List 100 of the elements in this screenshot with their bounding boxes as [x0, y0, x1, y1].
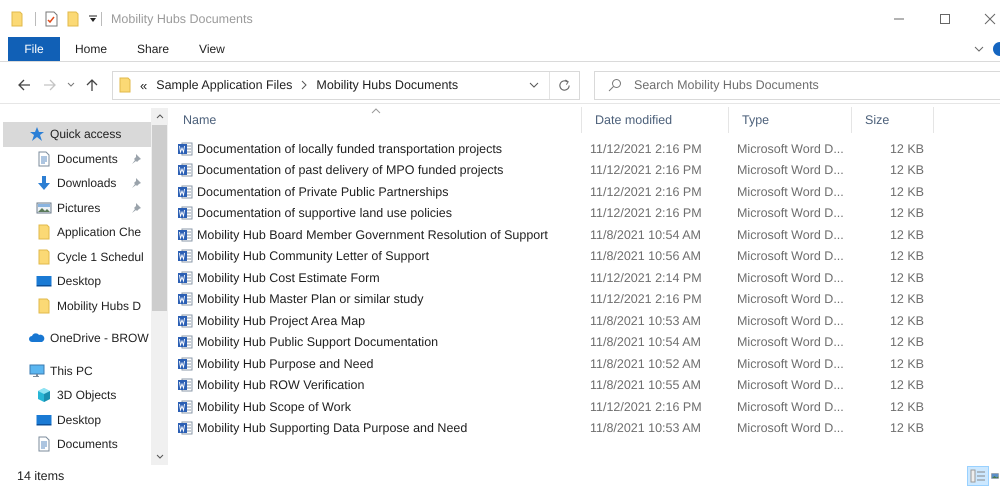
desktop-icon — [36, 273, 52, 290]
refresh-icon — [558, 78, 571, 92]
file-size: 12 KB — [890, 249, 924, 264]
overflow-marker[interactable]: « — [140, 78, 148, 92]
word-document-icon — [177, 184, 193, 200]
computer-icon — [29, 362, 45, 379]
navigation-item[interactable]: OneDrive - BROW — [3, 326, 151, 350]
navigation-item[interactable]: This PC — [3, 358, 151, 383]
word-document-icon — [177, 398, 193, 415]
search-field[interactable]: Search Mobility Hubs Documents — [594, 70, 1000, 100]
file-type: Microsoft Word D... — [737, 378, 844, 392]
expand-ribbon-icon[interactable] — [974, 46, 984, 52]
scroll-down-icon[interactable] — [156, 454, 164, 459]
file-type: Microsoft Word D... — [737, 228, 844, 242]
file-name[interactable]: Documentation of past delivery of MPO funded projects — [197, 163, 504, 178]
ribbon-tab[interactable]: Home — [60, 37, 122, 61]
download-arrow-icon — [36, 175, 52, 192]
properties-icon[interactable] — [45, 10, 59, 26]
details-view-button[interactable] — [967, 466, 989, 486]
navigation-item[interactable]: Mobility Hubs D — [3, 294, 151, 318]
column-header[interactable]: Type — [729, 107, 852, 133]
folder-icon — [36, 224, 52, 240]
close-icon — [984, 12, 996, 24]
file-name[interactable]: Mobility Hub ROW Verification — [197, 378, 364, 392]
file-name[interactable]: Documentation of supportive land use policies — [197, 206, 452, 220]
file-name[interactable]: Mobility Hub Board Member Government Resolution of Support — [197, 228, 548, 242]
date-modified: 11/12/2021 2:16 PM — [590, 292, 702, 306]
ribbon-tab[interactable]: Share — [122, 37, 184, 61]
date-modified: 11/12/2021 2:16 PM — [590, 142, 702, 156]
date-modified: 11/12/2021 2:16 PM — [590, 184, 702, 199]
column-header[interactable]: Date modified — [582, 107, 729, 133]
word-document-icon — [177, 291, 193, 308]
file-name[interactable]: Documentation of locally funded transportation projects — [197, 142, 502, 156]
address-bar[interactable]: « Sample Application Files Mobility Hubs Documents — [112, 70, 580, 100]
file-size: 12 KB — [890, 206, 924, 220]
date-modified: 11/12/2021 2:16 PM — [590, 400, 702, 414]
file-name[interactable]: Mobility Hub Public Support Documentation — [197, 335, 438, 350]
word-document-icon — [177, 312, 193, 329]
word-document-icon — [177, 205, 193, 222]
date-modified: 11/8/2021 10:54 AM — [590, 228, 701, 242]
ribbon-tab[interactable]: View — [184, 37, 240, 61]
navigation-item[interactable]: Pictures — [3, 196, 151, 220]
file-name[interactable]: Mobility Hub Master Plan or similar study — [197, 292, 424, 306]
item-count: 14 items — [17, 469, 64, 483]
file-type: Microsoft Word D... — [737, 400, 844, 414]
star-icon — [29, 126, 45, 142]
breadcrumb[interactable]: Sample Application Files — [156, 78, 292, 92]
date-modified: 11/8/2021 10:54 AM — [590, 335, 701, 350]
file-type: Microsoft Word D... — [737, 249, 844, 264]
file-type: Microsoft Word D... — [737, 292, 844, 306]
date-modified: 11/8/2021 10:56 AM — [590, 249, 701, 264]
navigation-item[interactable]: Desktop — [3, 408, 151, 432]
up-arrow-icon — [85, 78, 99, 92]
dropdown-icon[interactable] — [529, 82, 539, 88]
file-name[interactable]: Mobility Hub Community Letter of Support — [197, 249, 430, 264]
details-view-icon — [970, 469, 986, 483]
file-name[interactable]: Mobility Hub Cost Estimate Form — [197, 270, 380, 285]
scrollbar[interactable] — [151, 108, 168, 465]
breadcrumb[interactable]: Mobility Hubs Documents — [316, 78, 458, 92]
file-name[interactable]: Mobility Hub Purpose and Need — [197, 356, 374, 371]
word-document-icon — [177, 248, 193, 264]
file-size: 12 KB — [890, 184, 924, 199]
document-icon — [36, 150, 52, 167]
file-type: Microsoft Word D... — [737, 314, 844, 328]
file-type: Microsoft Word D... — [737, 335, 844, 350]
file-size: 12 KB — [890, 335, 924, 350]
file-name[interactable]: Documentation of Private Public Partnerships — [197, 184, 449, 199]
word-document-icon — [177, 140, 193, 157]
navigation-item[interactable]: Cycle 1 Schedul — [3, 244, 151, 269]
back-arrow-icon — [17, 78, 31, 92]
scroll-up-icon[interactable] — [156, 114, 164, 119]
navigation-item[interactable]: Downloads — [3, 171, 151, 196]
folder-icon — [119, 77, 133, 93]
column-header[interactable]: Name — [170, 107, 582, 133]
file-name[interactable]: Mobility Hub Supporting Data Purpose and Need — [197, 421, 468, 436]
word-document-icon — [177, 162, 193, 178]
word-document-icon — [177, 334, 193, 350]
navigation-item[interactable]: Documents — [3, 146, 151, 171]
file-name[interactable]: Mobility Hub Scope of Work — [197, 400, 351, 414]
navigation-item[interactable]: Desktop — [3, 269, 151, 294]
navigation-item[interactable]: Application Che — [3, 220, 151, 244]
file-name[interactable]: Mobility Hub Project Area Map — [197, 314, 366, 328]
navigation-item[interactable]: 3D Objects — [3, 383, 151, 408]
customize-dropdown-icon[interactable] — [89, 14, 97, 22]
file-type: Microsoft Word D... — [737, 184, 844, 199]
file-type: Microsoft Word D... — [737, 270, 844, 285]
document-icon — [36, 436, 52, 452]
navigation-item[interactable]: Quick access — [3, 122, 151, 146]
forward-arrow-icon — [43, 78, 57, 92]
file-type: Microsoft Word D... — [737, 142, 844, 156]
window-title: Mobility Hubs Documents — [111, 12, 253, 26]
date-modified: 11/12/2021 2:16 PM — [590, 206, 702, 220]
column-header[interactable]: Size — [852, 107, 934, 133]
file-type: Microsoft Word D... — [737, 421, 844, 436]
word-document-icon — [177, 377, 193, 394]
file-size: 12 KB — [890, 314, 924, 328]
chevron-icon[interactable] — [301, 80, 308, 90]
pin-icon — [131, 178, 141, 188]
navigation-item[interactable]: Documents — [3, 432, 151, 456]
file-size: 12 KB — [890, 228, 924, 242]
